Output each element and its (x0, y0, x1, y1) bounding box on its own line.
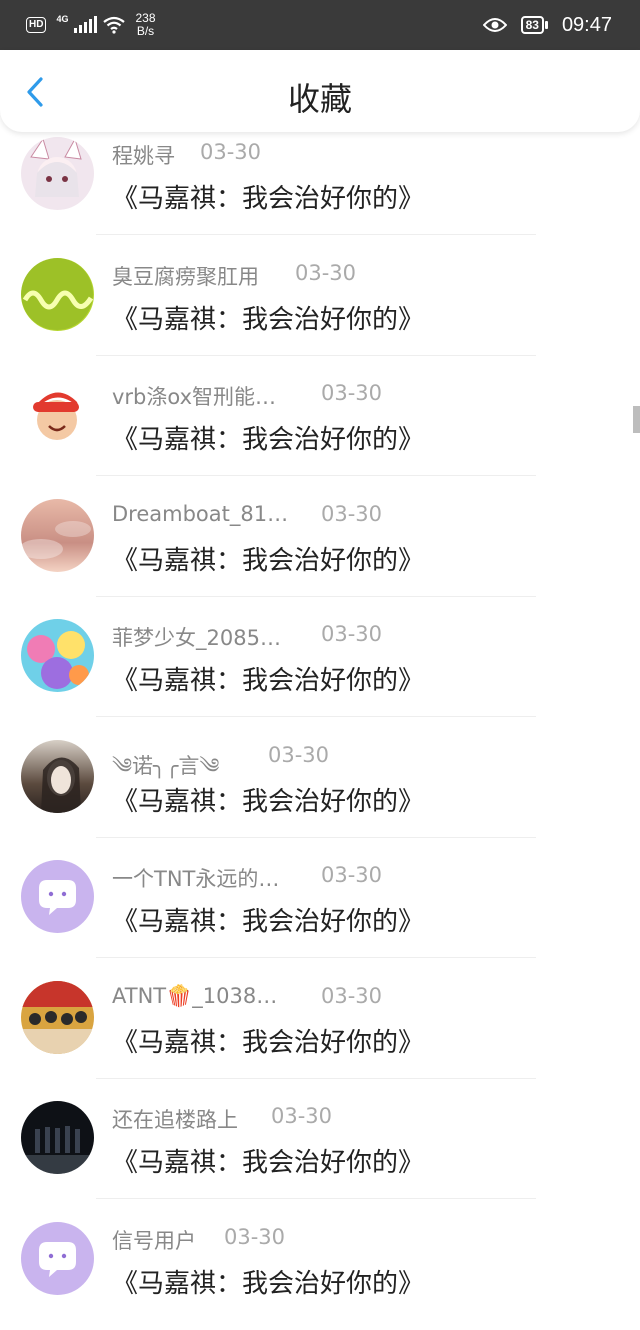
status-left: HD 4G 238 B/s (26, 12, 156, 38)
post-date: 03-30 (321, 381, 383, 405)
cartoon-boy-avatar[interactable] (21, 378, 94, 451)
list-item[interactable]: 菲梦少女_2085… 03-30 《马嘉祺：我会治好你的》 (0, 574, 640, 717)
favorite-message[interactable]: 《马嘉祺：我会治好你的》 (112, 540, 424, 577)
status-right: 83 09:47 (482, 10, 612, 40)
favorite-message[interactable]: 《马嘉祺：我会治好你的》 (112, 1263, 424, 1300)
favorite-message[interactable]: 《马嘉祺：我会治好你的》 (112, 781, 424, 818)
user-name[interactable]: 还在追楼路上 (112, 1104, 238, 1134)
favorite-message[interactable]: 《马嘉祺：我会治好你的》 (112, 1142, 424, 1179)
favorite-message[interactable]: 《马嘉祺：我会治好你的》 (112, 901, 424, 938)
page-title: 收藏 (287, 80, 352, 118)
post-date: 03-30 (271, 1104, 333, 1128)
wifi-icon (103, 16, 126, 34)
clock: 09:47 (561, 13, 612, 36)
battery-level: 83 (520, 16, 544, 34)
user-name[interactable]: 程姚寻 (112, 140, 175, 170)
user-name[interactable]: Dreamboat_81… (112, 502, 288, 526)
eye-icon (482, 18, 507, 32)
network-type: 4G (56, 14, 69, 24)
list-item[interactable]: 信号用户 03-30 《马嘉祺：我会治好你的》 (0, 1177, 640, 1300)
user-name[interactable]: vrb涤ox智刑能… (112, 381, 276, 411)
favorite-message[interactable]: 《马嘉祺：我会治好你的》 (112, 419, 424, 456)
signal-icon (74, 16, 98, 33)
post-date: 03-30 (321, 622, 383, 646)
post-date: 03-30 (295, 260, 357, 285)
net-speed-unit: B/s (136, 24, 155, 38)
anime-girl-avatar[interactable] (21, 137, 94, 210)
list-item[interactable]: 一个TNT永远的… 03-30 《马嘉祺：我会治好你的》 (0, 815, 640, 958)
portrait-photo-avatar[interactable] (21, 739, 94, 813)
group-photo-avatar[interactable] (21, 980, 94, 1054)
anime-group-avatar[interactable] (21, 619, 94, 692)
user-name[interactable]: 一个TNT永远的… (112, 863, 279, 893)
list-item[interactable]: Dreamboat_81… 03-30 《马嘉祺：我会治好你的》 (0, 454, 640, 597)
sunset-sky-avatar[interactable] (21, 498, 94, 572)
net-speed-value: 238 (135, 11, 156, 25)
post-date: 03-30 (321, 863, 383, 887)
list-item[interactable]: 还在追楼路上 03-30 《马嘉祺：我会治好你的》 (0, 1056, 640, 1199)
list-item[interactable]: vrb涤ox智刑能… 03-30 《马嘉祺：我会治好你的》 (0, 333, 640, 476)
default-chat-avatar[interactable] (21, 1221, 94, 1295)
list-item[interactable]: 臭豆腐痨聚肛用 03-30 《马嘉祺：我会治好你的》 (0, 213, 640, 356)
post-date: 03-30 (321, 983, 383, 1008)
post-date: 03-30 (321, 501, 383, 526)
post-date: 03-30 (224, 1224, 286, 1249)
favorite-message[interactable]: 《马嘉祺：我会治好你的》 (112, 299, 424, 336)
user-name[interactable]: 信号用户 (112, 1225, 196, 1255)
list-item[interactable]: ATNT🍿_1038… 03-30 《马嘉祺：我会治好你的》 (0, 936, 640, 1079)
favorite-message[interactable]: 《马嘉祺：我会治好你的》 (112, 178, 424, 215)
lemon-slice-avatar[interactable] (21, 257, 94, 331)
net-speed: 238 B/s (135, 12, 155, 38)
hd-badge: HD (26, 17, 47, 33)
user-name[interactable]: 菲梦少女_2085… (112, 622, 281, 652)
post-date: 03-30 (200, 140, 262, 164)
nav-header: 收藏 (0, 50, 640, 132)
favorite-message[interactable]: 《马嘉祺：我会治好你的》 (112, 1022, 424, 1059)
user-name[interactable]: 臭豆腐痨聚肛用 (112, 261, 259, 291)
default-chat-avatar[interactable] (21, 860, 94, 933)
post-date: 03-30 (268, 742, 330, 767)
list-item[interactable]: ༄诺╮╭言༄ 03-30 《马嘉祺：我会治好你的》 (0, 695, 640, 838)
user-name[interactable]: ATNT🍿_1038… (112, 984, 277, 1009)
stage-photo-avatar[interactable] (21, 1101, 94, 1174)
status-bar: HD 4G 238 B/s 83 09:47 (0, 0, 640, 50)
scrollbar[interactable] (633, 406, 640, 433)
battery-icon: 83 (520, 16, 548, 34)
favorite-message[interactable]: 《马嘉祺：我会治好你的》 (112, 660, 424, 697)
